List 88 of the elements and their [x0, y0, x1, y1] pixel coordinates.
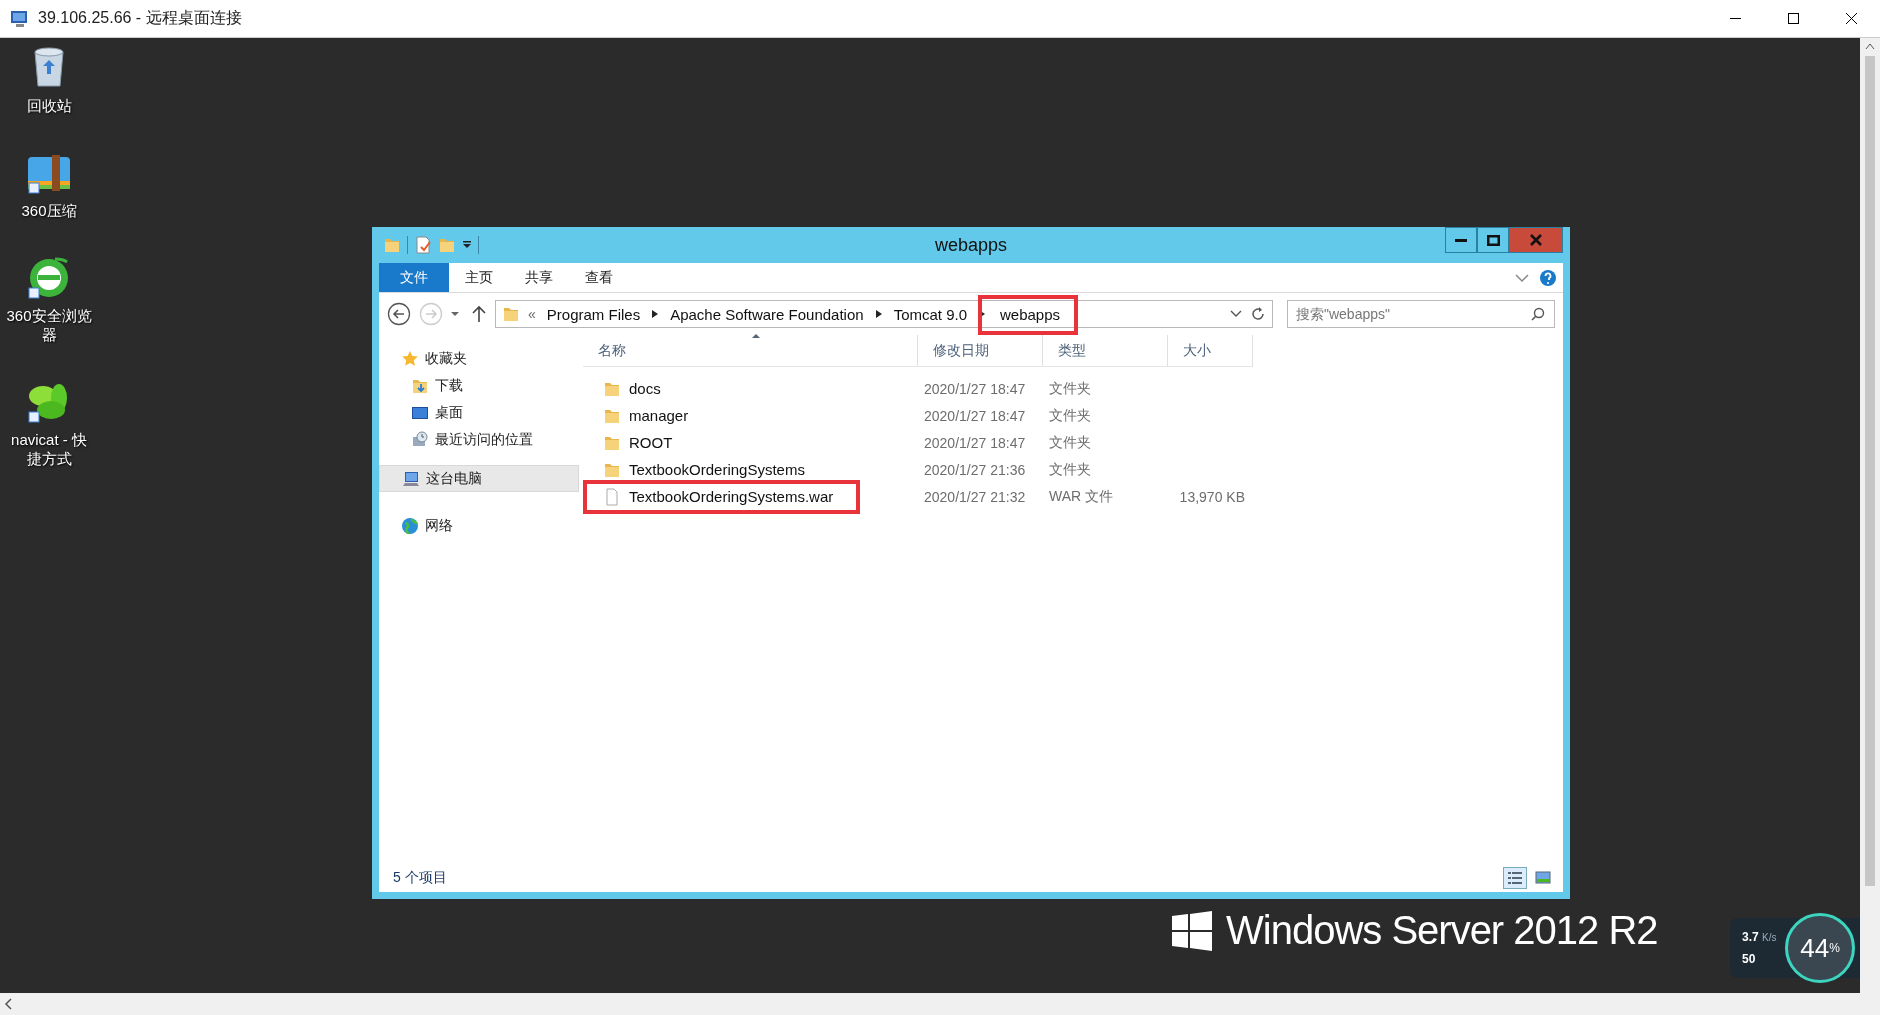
file-size: 13,970 KB: [1178, 488, 1246, 505]
monitor-icon: [10, 9, 30, 28]
ribbon-tab[interactable]: 查看: [569, 263, 629, 292]
column-header[interactable]: 名称: [583, 335, 918, 367]
globe-icon: [401, 516, 419, 535]
view-toggle-button[interactable]: [1503, 867, 1527, 889]
file-name[interactable]: TextbookOrderingSystems.war: [591, 487, 852, 506]
desktop-shortcut[interactable]: navicat - 快捷方式: [4, 378, 94, 468]
maximize-icon: [1486, 234, 1500, 246]
column-header[interactable]: 类型: [1043, 335, 1168, 367]
windows-logo-icon: [1172, 910, 1212, 951]
breadcrumb-item[interactable]: Apache Software Foundation: [667, 305, 867, 323]
file-name[interactable]: manager: [583, 406, 918, 425]
shortcut-label: 回收站: [25, 96, 73, 115]
column-header[interactable]: 修改日期: [918, 335, 1043, 367]
computer-icon: [402, 469, 420, 488]
minimize-icon: [1729, 18, 1741, 19]
window-title: webapps: [934, 234, 1008, 255]
window-title: 39.106.25.66 - 远程桌面连接: [38, 8, 243, 28]
dropdown-caret-icon: [451, 312, 459, 316]
branding-text: Windows Server 2012 R2: [1226, 908, 1658, 953]
desktop-shortcut[interactable]: 360压缩: [4, 149, 94, 220]
desktop-shortcut[interactable]: 360安全浏览器: [4, 254, 94, 344]
desktop-shortcut[interactable]: 回收站: [4, 44, 94, 115]
scrollbar-thumb[interactable]: [1865, 56, 1875, 886]
close-icon: [1845, 13, 1857, 24]
nav-item[interactable]: 这台电脑: [379, 465, 579, 492]
file-type: WAR 文件: [1048, 487, 1115, 506]
file-type: 文件夹: [1048, 460, 1092, 479]
chevron-right-icon: [651, 309, 660, 319]
dropdown-caret-button[interactable]: [451, 312, 459, 316]
modified-date: 2020/1/27 18:47: [923, 407, 1027, 424]
file-name[interactable]: TextbookOrderingSystems: [583, 460, 918, 479]
shortcut-label: navicat - 快捷方式: [10, 430, 88, 468]
chevron-down-icon[interactable]: [1515, 272, 1529, 283]
breadcrumb-item[interactable]: webapps: [994, 305, 1067, 323]
overflow-chevron[interactable]: «: [528, 306, 536, 322]
file-type: 文件夹: [1048, 379, 1092, 398]
nav-item[interactable]: 最近访问的位置: [379, 426, 579, 453]
vertical-scrollbar[interactable]: [1860, 38, 1880, 993]
nav-item[interactable]: 桌面: [379, 399, 579, 426]
nav-item[interactable]: 网络: [379, 512, 579, 539]
recent-places-icon: [411, 430, 429, 449]
file-type: 文件夹: [1048, 433, 1092, 452]
file-type: 文件夹: [1048, 406, 1092, 425]
item-count: 5 个项目: [393, 869, 447, 887]
folder-icon: [502, 305, 520, 323]
ribbon-tab[interactable]: 文件: [379, 263, 449, 292]
document-check-icon[interactable]: [414, 236, 432, 254]
ribbon-tab[interactable]: 共享: [509, 263, 569, 292]
nav-item[interactable]: 收藏夹: [379, 345, 579, 372]
forward-icon: [419, 302, 443, 326]
file-name[interactable]: ROOT: [583, 433, 918, 452]
upload-speed: 3.7 K/s: [1742, 930, 1777, 944]
breadcrumb-item[interactable]: Tomcat 9.0: [890, 305, 970, 323]
breadcrumb-item[interactable]: Program Files: [543, 305, 644, 323]
dropdown-caret-icon[interactable]: [462, 240, 472, 250]
star-icon: [401, 349, 419, 368]
refresh-icon[interactable]: [1250, 306, 1266, 322]
details-view-icon: [1507, 870, 1523, 886]
minimize-icon: [1455, 238, 1467, 242]
modified-date: 2020/1/27 18:47: [923, 434, 1027, 451]
column-header[interactable]: 大小: [1168, 335, 1253, 367]
modified-date: 2020/1/27 21:36: [923, 461, 1027, 478]
modified-date: 2020/1/27 21:32: [923, 488, 1027, 505]
back-button[interactable]: [387, 302, 411, 326]
horizontal-scrollbar[interactable]: [0, 993, 1880, 1015]
close-button[interactable]: [1509, 227, 1563, 253]
shortcut-label: 360安全浏览器: [5, 306, 93, 344]
file-icon: [603, 487, 621, 506]
sort-arrow-icon: [751, 333, 761, 339]
download-speed: 50: [1742, 952, 1757, 966]
shortcut-label: 360压缩: [20, 201, 78, 220]
search-field[interactable]: 搜索"webapps": [1287, 300, 1555, 328]
modified-date: 2020/1/27 18:47: [923, 380, 1027, 397]
ribbon-tab[interactable]: 主页: [449, 263, 509, 292]
file-name[interactable]: docs: [583, 379, 918, 398]
minimize-button[interactable]: [1445, 227, 1477, 253]
help-icon[interactable]: [1539, 268, 1557, 287]
chevron-right-icon: [874, 309, 883, 319]
maximize-icon: [1787, 13, 1799, 24]
search-icon: [1531, 307, 1545, 321]
large-icons-view-icon: [1535, 870, 1551, 886]
nav-item[interactable]: 下载: [379, 372, 579, 399]
maximize-button[interactable]: [1477, 227, 1509, 253]
close-icon: [1530, 234, 1542, 246]
chevron-down-icon[interactable]: [1230, 309, 1242, 319]
back-icon: [387, 302, 411, 326]
